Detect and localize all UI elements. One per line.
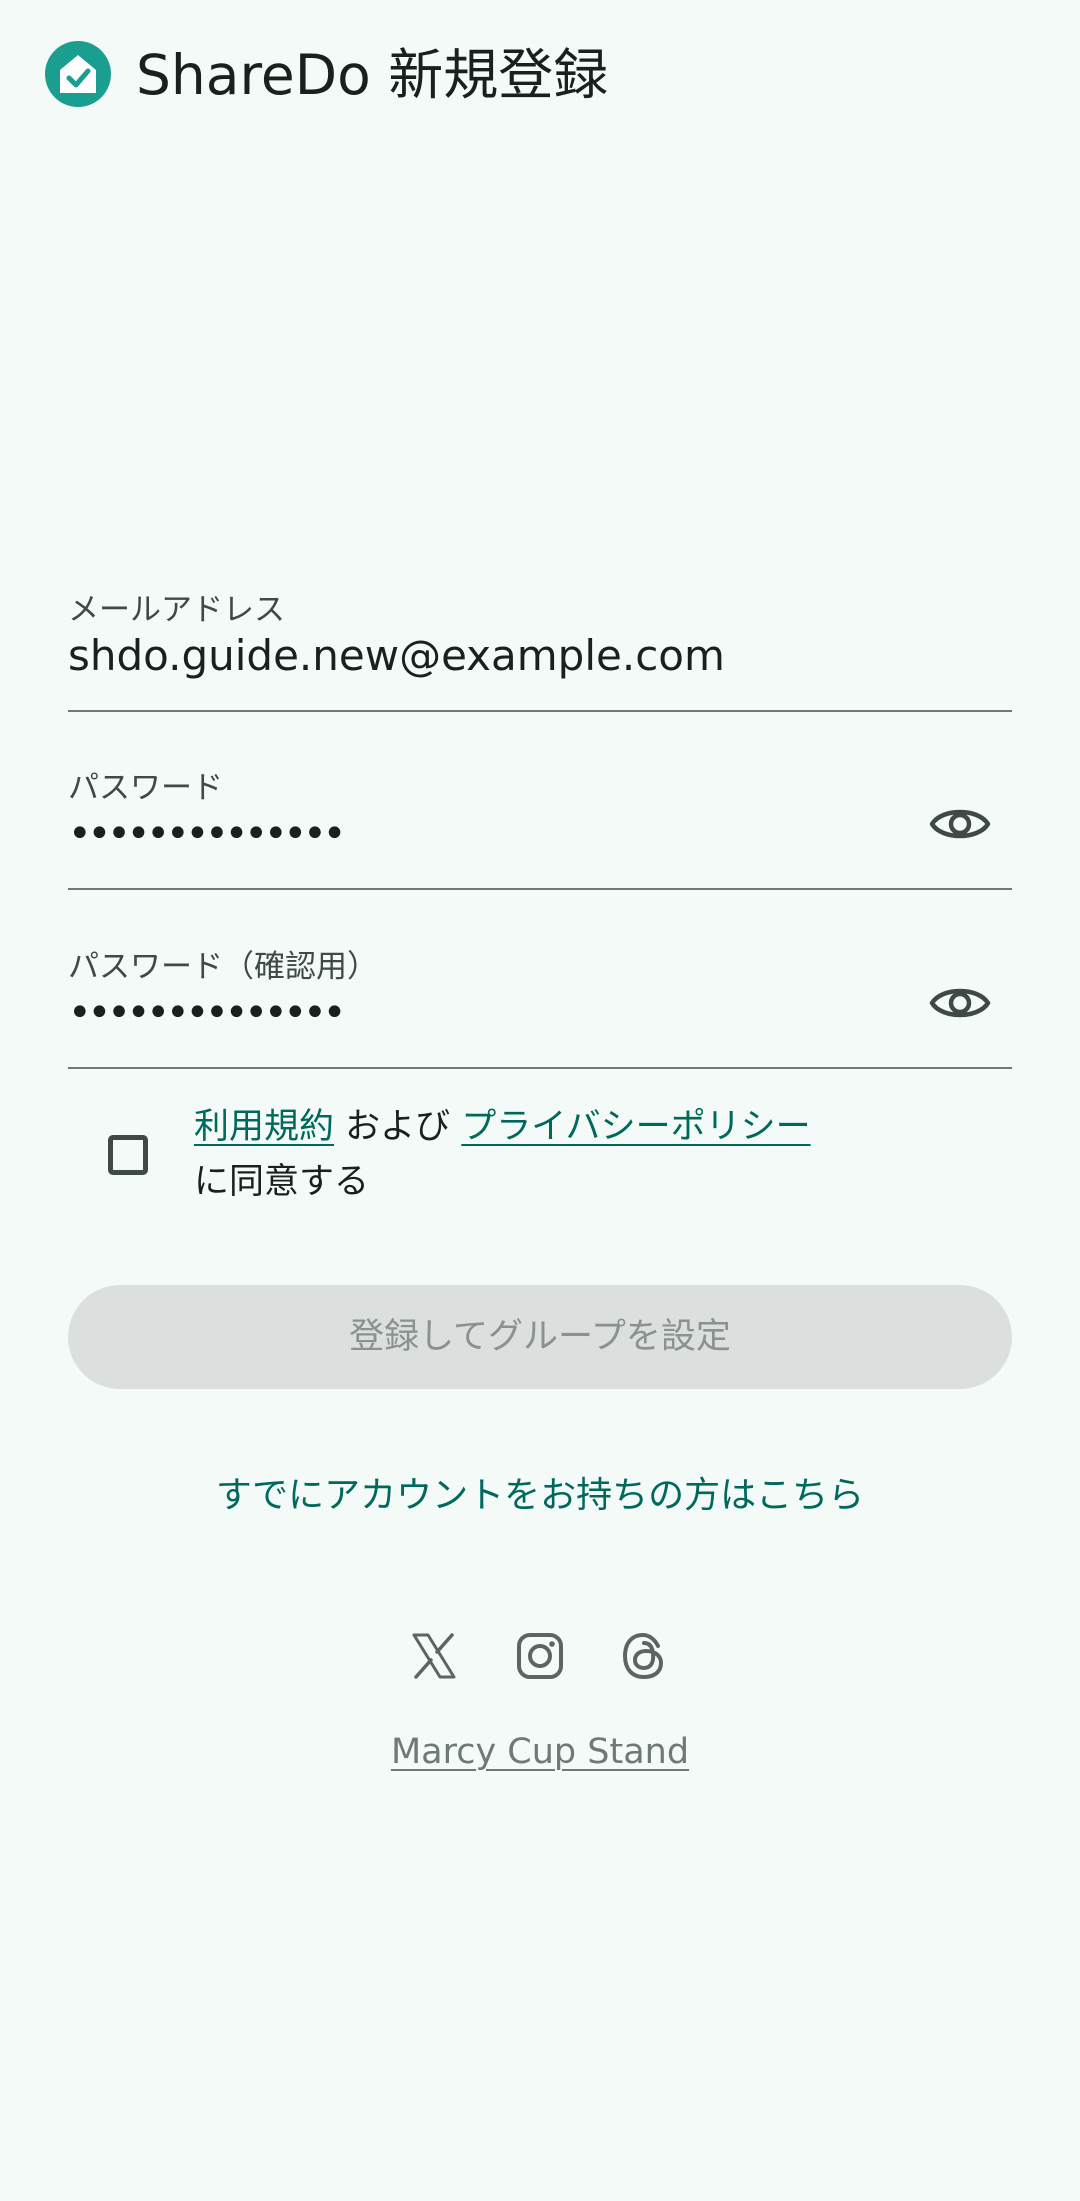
agreement-row: 利用規約 および プライバシーポリシー に同意する: [68, 1100, 1012, 1220]
social-links: [0, 1630, 1080, 1686]
terms-link[interactable]: 利用規約: [194, 1107, 334, 1147]
password-field-label: パスワード: [68, 770, 223, 806]
home-check-icon: [45, 41, 111, 107]
agreement-suffix-text: に同意する: [194, 1162, 370, 1202]
register-button[interactable]: 登録してグループを設定: [68, 1285, 1012, 1389]
password-field-value[interactable]: ••••••••••••••: [68, 806, 346, 862]
email-field-label: メールアドレス: [68, 592, 285, 628]
x-icon[interactable]: [408, 1630, 460, 1682]
password-confirm-field-value[interactable]: ••••••••••••••: [68, 985, 346, 1041]
eye-icon[interactable]: [928, 971, 992, 1035]
app-bar: ShareDo 新規登録: [0, 0, 1080, 150]
password-field[interactable]: パスワード ••••••••••••••: [68, 768, 1012, 890]
agreement-text: 利用規約 および プライバシーポリシー に同意する: [194, 1100, 934, 1210]
password-confirm-field[interactable]: パスワード（確認用） ••••••••••••••: [68, 947, 1012, 1069]
credit-link[interactable]: Marcy Cup Stand: [0, 1727, 1080, 1777]
threads-icon[interactable]: [618, 1630, 670, 1682]
email-field-value[interactable]: shdo.guide.new@example.com: [68, 628, 725, 684]
eye-icon[interactable]: [928, 792, 992, 856]
agreement-checkbox[interactable]: [108, 1135, 148, 1175]
instagram-icon[interactable]: [514, 1630, 566, 1682]
password-confirm-field-label: パスワード（確認用）: [68, 949, 378, 985]
login-link[interactable]: すでにアカウントをお持ちの方はこちら: [0, 1468, 1080, 1524]
privacy-policy-link[interactable]: プライバシーポリシー: [461, 1107, 810, 1147]
email-field[interactable]: メールアドレス shdo.guide.new@example.com: [68, 590, 1012, 712]
agreement-and-text: および: [334, 1107, 462, 1147]
credit-link-text[interactable]: Marcy Cup Stand: [391, 1732, 689, 1772]
page-title: ShareDo 新規登録: [136, 43, 609, 107]
